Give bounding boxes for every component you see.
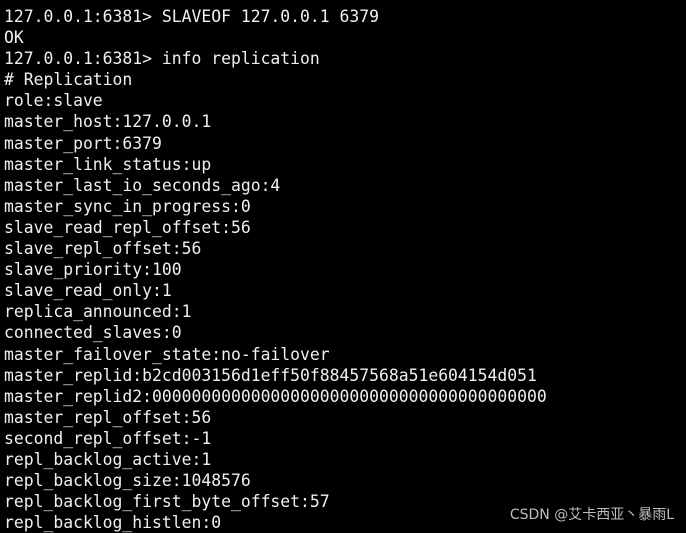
terminal-line: slave_read_only:1 — [4, 281, 172, 301]
terminal-line: repl_backlog_first_byte_offset:57 — [4, 492, 330, 512]
terminal-line: master_port:6379 — [4, 133, 162, 153]
terminal-output[interactable]: 127.0.0.1:6381> SLAVEOF 127.0.0.1 6379 OK… — [4, 6, 547, 533]
terminal-line: repl_backlog_size:1048576 — [4, 471, 251, 491]
terminal-line: master_replid:b2cd003156d1eff50f88457568… — [4, 365, 537, 385]
terminal-line: # Replication — [4, 70, 133, 90]
terminal-line: master_failover_state:no-failover — [4, 344, 330, 364]
terminal-line: master_last_io_seconds_ago:4 — [4, 175, 281, 195]
terminal-line: master_host:127.0.0.1 — [4, 112, 212, 132]
terminal-line: replica_announced:1 — [4, 302, 192, 322]
terminal-line: role:slave — [4, 91, 103, 111]
terminal-line: connected_slaves:0 — [4, 323, 182, 343]
terminal-line: slave_read_repl_offset:56 — [4, 217, 251, 237]
terminal-line: 127.0.0.1:6381> info replication — [4, 49, 320, 69]
terminal-line: master_repl_offset:56 — [4, 407, 212, 427]
terminal-line: slave_priority:100 — [4, 260, 182, 280]
terminal-line: repl_backlog_active:1 — [4, 449, 212, 469]
terminal-line: second_repl_offset:-1 — [4, 428, 212, 448]
terminal-line: master_sync_in_progress:0 — [4, 196, 251, 216]
terminal-line: 127.0.0.1:6381> SLAVEOF 127.0.0.1 6379 — [4, 7, 379, 26]
terminal-line: OK — [4, 28, 24, 48]
terminal-line: master_link_status:up — [4, 154, 212, 174]
terminal-line: master_replid2:0000000000000000000000000… — [4, 386, 547, 406]
terminal-line: slave_repl_offset:56 — [4, 239, 202, 259]
watermark: CSDN @艾卡西亚丶暴雨L — [509, 507, 674, 523]
